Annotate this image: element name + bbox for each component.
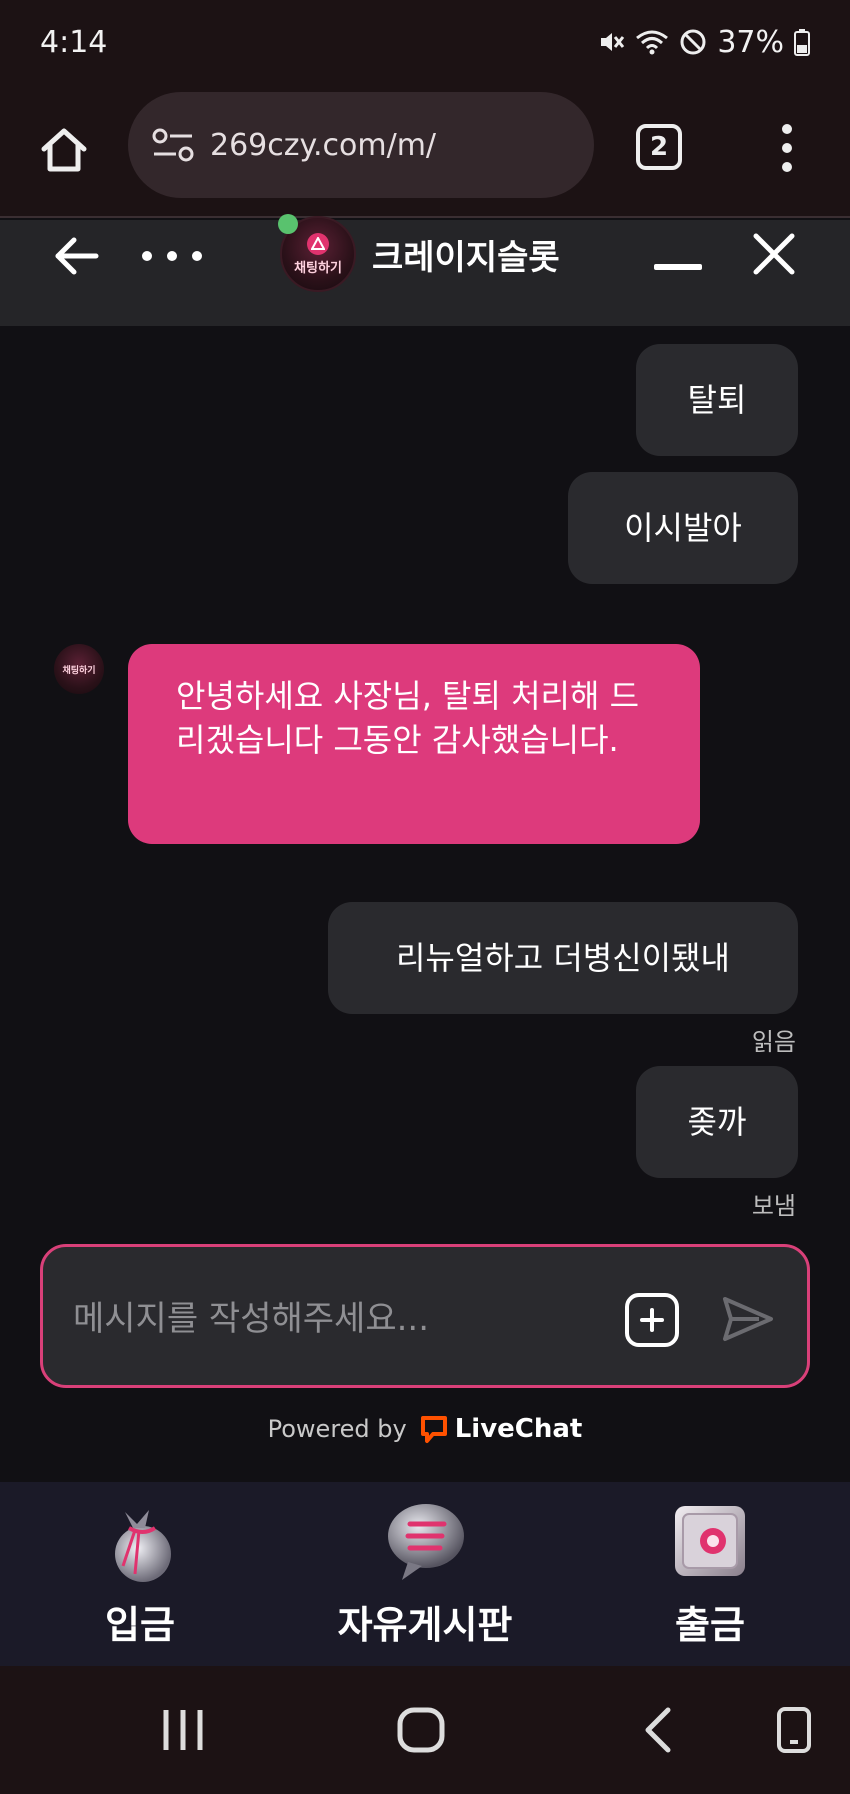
url-text: 269czy.com/m/ <box>210 127 437 163</box>
powered-by: Powered by LiveChat <box>0 1414 850 1444</box>
money-bag-icon <box>115 1510 171 1582</box>
status-bar: 4:14 37% <box>0 0 850 84</box>
livechat-link[interactable]: LiveChat <box>419 1414 583 1444</box>
message-text: 좆까 <box>687 1103 747 1141</box>
safe-icon <box>675 1506 745 1576</box>
message-bubble-outgoing: 좆까 <box>636 1066 798 1178</box>
close-icon <box>753 233 795 275</box>
chat-bubble-icon <box>388 1504 464 1580</box>
powered-by-prefix: Powered by <box>267 1415 407 1443</box>
dot-icon <box>142 251 152 261</box>
message-bubble-incoming: 안녕하세요 사장님, 탈퇴 처리해 드리겠습니다 그동안 감사했습니다. <box>128 644 700 844</box>
nav-withdraw[interactable]: 출금 <box>650 1482 770 1666</box>
sent-status: 보냄 <box>751 1192 796 1220</box>
message-text: 리뉴얼하고 더병신이됐내 <box>395 939 730 977</box>
browser-toolbar: 269czy.com/m/ 2 <box>0 84 850 218</box>
status-time: 4:14 <box>40 24 108 60</box>
wifi-icon <box>635 28 669 56</box>
message-bubble-outgoing: 리뉴얼하고 더병신이됐내 <box>328 902 798 1014</box>
message-input[interactable]: 메시지를 작성해주세요... <box>40 1244 810 1388</box>
home-button[interactable] <box>36 122 92 178</box>
message-bubble-outgoing: 탈퇴 <box>636 344 798 456</box>
device-icon[interactable] <box>776 1706 812 1754</box>
message-input-placeholder: 메시지를 작성해주세요... <box>73 1299 430 1339</box>
battery-icon <box>794 28 810 56</box>
minimize-button[interactable] <box>654 264 702 270</box>
dot-icon <box>782 143 792 153</box>
tabs-button[interactable]: 2 <box>636 124 682 170</box>
nav-free-board[interactable]: 자유게시판 <box>320 1482 530 1666</box>
message-text: 안녕하세요 사장님, 탈퇴 처리해 드리겠습니다 그동안 감사했습니다. <box>176 677 640 759</box>
recent-apps-icon[interactable] <box>160 1706 206 1754</box>
message-text: 이시발아 <box>624 509 742 547</box>
message-bubble-outgoing: 이시발아 <box>568 472 798 584</box>
livechat-logo-icon <box>420 1416 447 1443</box>
nav-deposit-label: 입금 <box>105 1603 175 1647</box>
chat-menu-button[interactable] <box>142 248 202 264</box>
send-icon <box>723 1297 773 1341</box>
back-nav-icon[interactable] <box>642 1706 672 1754</box>
status-icons: 37% <box>597 25 810 60</box>
nav-deposit[interactable]: 입금 <box>80 1482 200 1666</box>
livechat-brand: LiveChat <box>454 1414 583 1444</box>
plus-icon <box>640 1308 664 1332</box>
online-status-dot <box>278 214 298 234</box>
mute-icon <box>597 28 625 56</box>
screen: 4:14 37% 269czy.com/m/ 2 채팅하기 크레이지슬롯 탈퇴 … <box>0 0 850 1794</box>
site-bottom-nav: 입금 자유게시판 출금 <box>0 1482 850 1666</box>
battery-percent: 37% <box>717 24 784 60</box>
site-settings-icon[interactable] <box>150 122 196 168</box>
home-icon <box>41 128 87 172</box>
nav-withdraw-label: 출금 <box>675 1603 745 1647</box>
home-nav-icon[interactable] <box>396 1706 446 1754</box>
read-status: 읽음 <box>751 1028 796 1056</box>
back-button[interactable] <box>52 232 100 280</box>
chat-title: 크레이지슬롯 <box>372 238 560 278</box>
dot-icon <box>782 124 792 134</box>
block-icon <box>679 28 707 56</box>
nav-free-board-label: 자유게시판 <box>337 1603 513 1647</box>
dot-icon <box>192 251 202 261</box>
more-options-button[interactable] <box>772 120 802 176</box>
address-bar[interactable]: 269czy.com/m/ <box>128 92 594 198</box>
avatar-label: 채팅하기 <box>294 260 342 276</box>
android-nav-bar <box>0 1666 850 1794</box>
attach-button[interactable] <box>625 1293 679 1347</box>
dot-icon <box>167 251 177 261</box>
agent-avatar-small: 채팅하기 <box>54 644 104 694</box>
brand-logo-icon <box>307 232 329 255</box>
send-button[interactable] <box>719 1291 775 1347</box>
dot-icon <box>782 162 792 172</box>
close-button[interactable] <box>752 232 796 276</box>
message-text: 탈퇴 <box>687 381 747 419</box>
back-arrow-icon <box>55 237 99 275</box>
chat-header: 채팅하기 크레이지슬롯 <box>0 214 850 326</box>
